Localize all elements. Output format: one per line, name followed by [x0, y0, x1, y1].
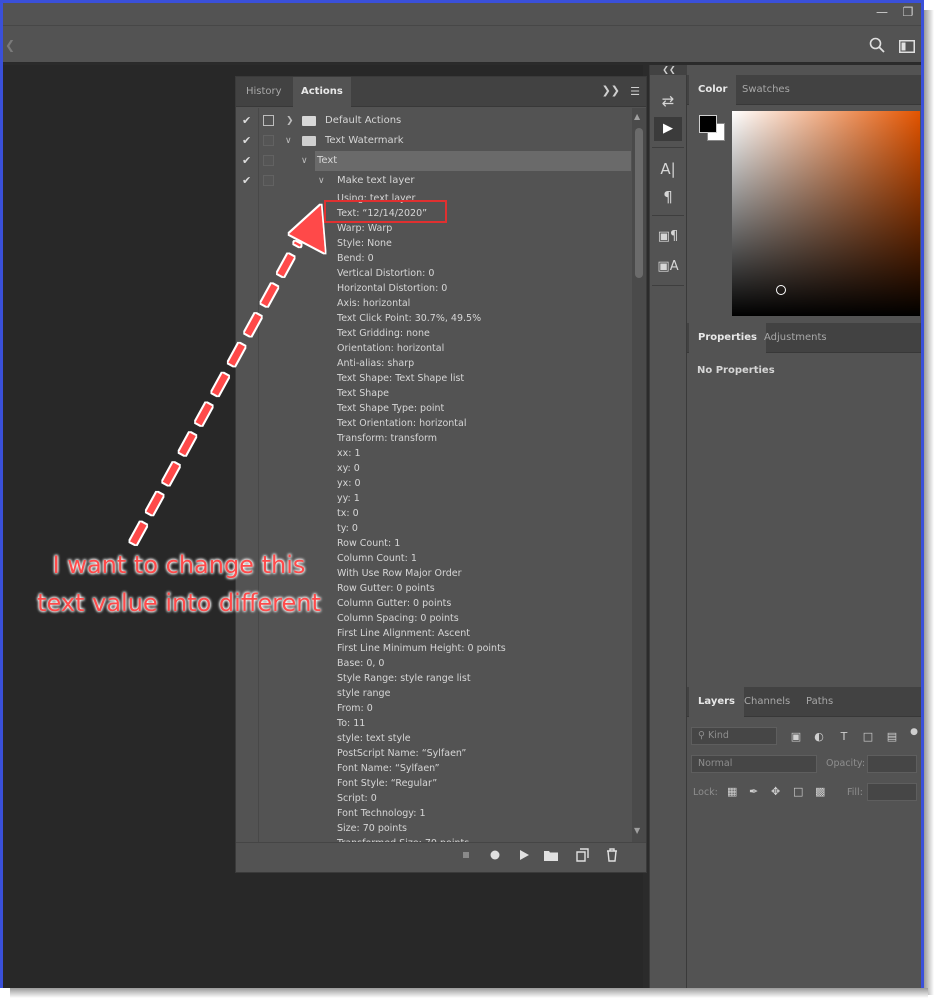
annotation-arrow: [129, 205, 325, 545]
app-window: — ❐ ❮ History Actions ❯❯ ☰ ✔ ❯ Default A…: [0, 0, 924, 988]
window-shadow-bottom: [10, 988, 928, 998]
foreground-color-swatch[interactable]: [699, 115, 717, 133]
annotation-line-1: I want to change this: [52, 551, 306, 579]
window-shadow-right: [924, 10, 934, 995]
annotation-text: I want to change this text value into di…: [23, 546, 335, 622]
annotation-line-2: text value into different: [37, 589, 321, 617]
